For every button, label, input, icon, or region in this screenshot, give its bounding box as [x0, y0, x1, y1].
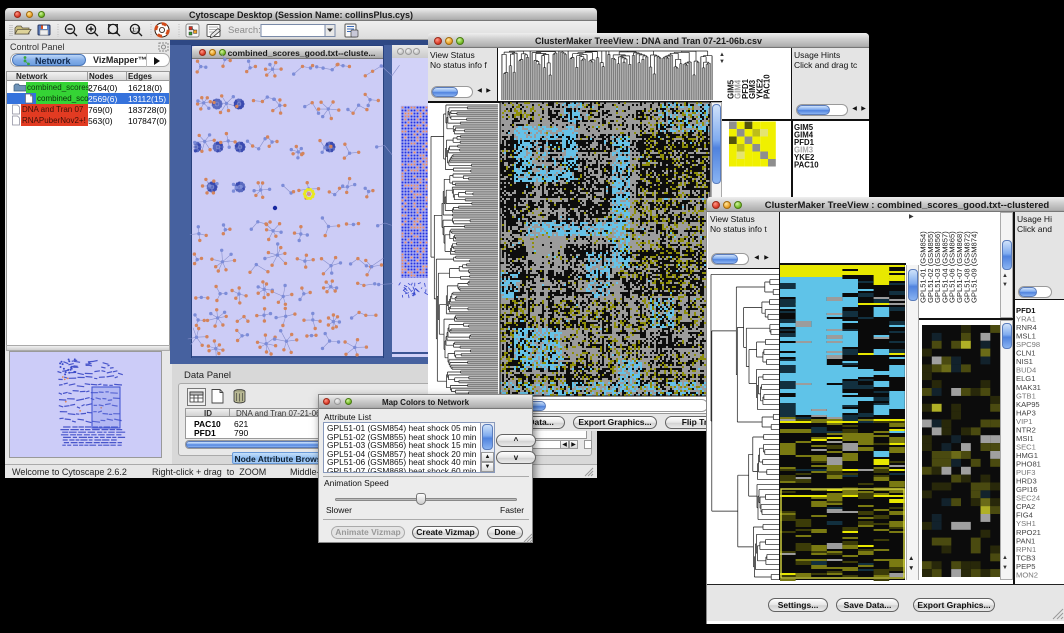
svg-text:1:1: 1:1	[132, 27, 140, 33]
svg-text:Search:: Search:	[228, 25, 261, 36]
